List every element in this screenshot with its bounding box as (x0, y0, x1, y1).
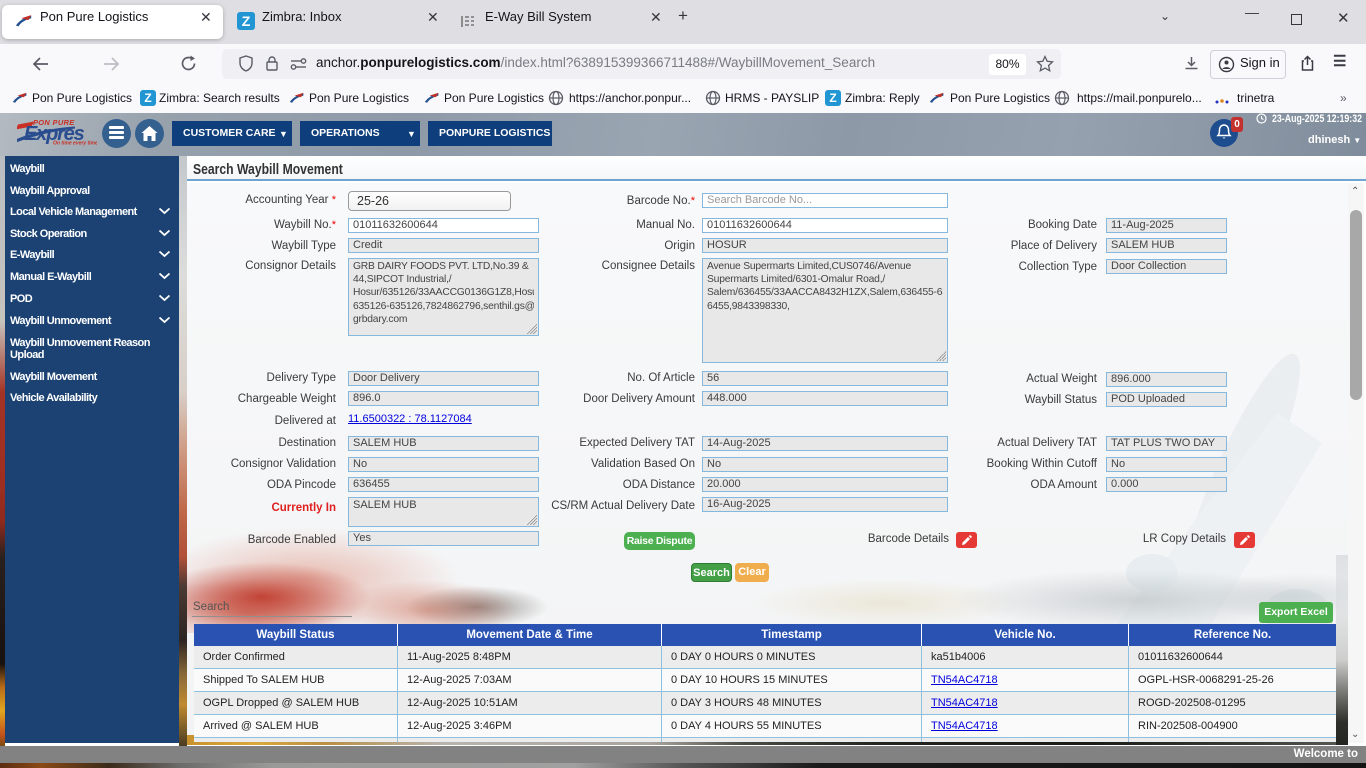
svg-text:On time every time: On time every time (53, 141, 97, 147)
